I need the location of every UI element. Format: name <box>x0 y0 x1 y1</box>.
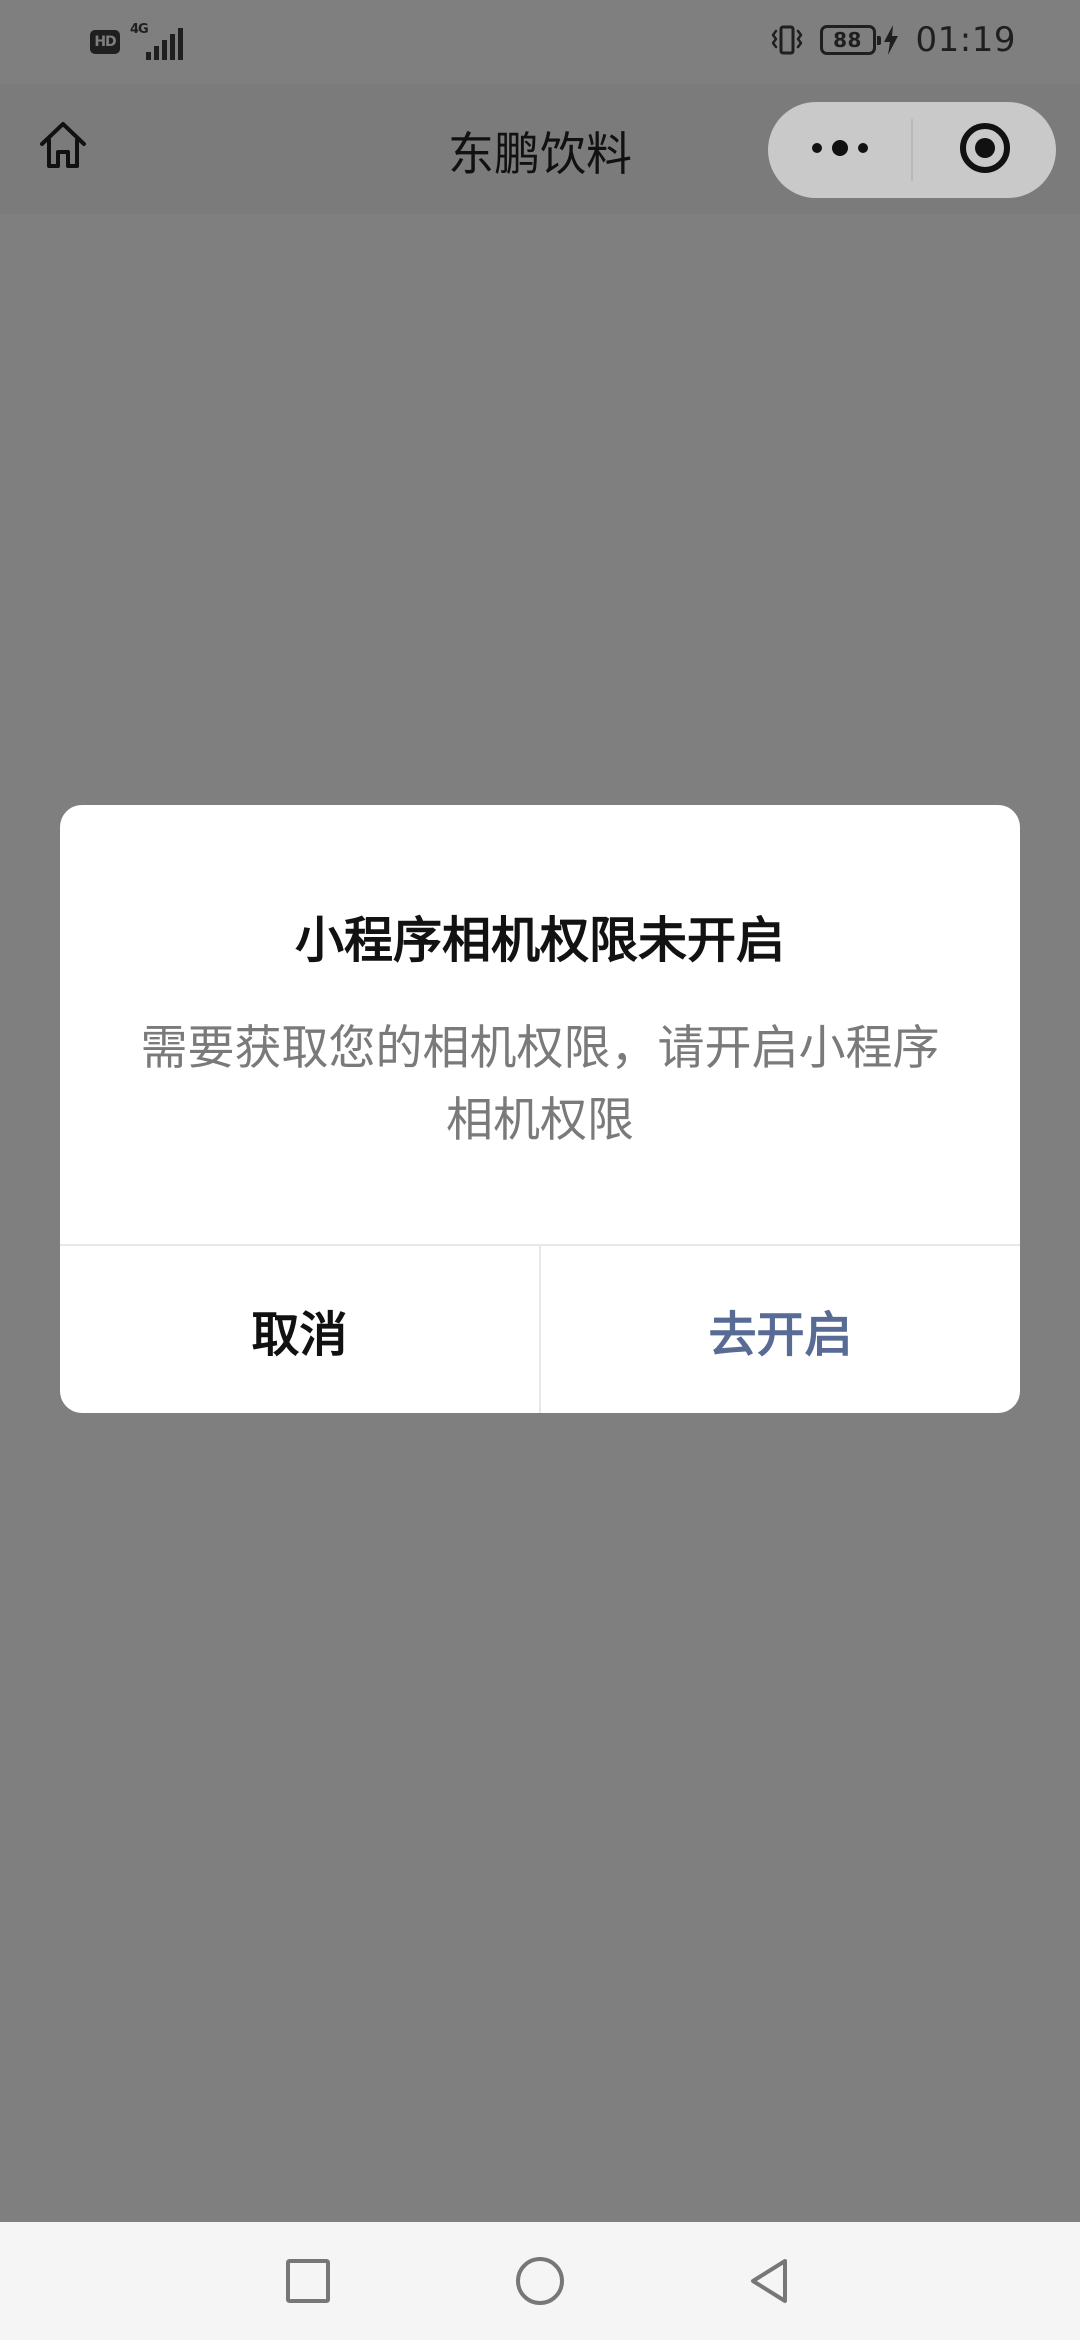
home-nav-button[interactable] <box>504 2245 576 2317</box>
battery-indicator: 88 <box>819 24 900 56</box>
status-bar: HD 4G 88 01:19 <box>0 0 1080 84</box>
screen: HD 4G 88 01:19 东鹏饮料 小程序相机权限未开启 需要获取您的相机权… <box>0 0 1080 2340</box>
triangle-back-icon <box>743 2255 795 2307</box>
system-navigation-bar <box>0 2222 1080 2340</box>
hd-badge: HD <box>90 30 120 54</box>
charging-icon <box>882 24 900 56</box>
battery-level: 88 <box>819 25 881 55</box>
status-left: HD 4G <box>90 22 188 60</box>
square-icon <box>284 2257 332 2305</box>
more-button[interactable] <box>768 102 911 198</box>
circle-icon <box>514 2255 566 2307</box>
open-settings-button[interactable]: 去开启 <box>541 1246 1020 1413</box>
signal-icon <box>146 28 183 60</box>
permission-dialog: 小程序相机权限未开启 需要获取您的相机权限，请开启小程序相机权限 取消 去开启 <box>60 805 1020 1413</box>
vibrate-icon <box>770 23 804 57</box>
dialog-title: 小程序相机权限未开启 <box>294 912 785 969</box>
recent-apps-button[interactable] <box>272 2245 344 2317</box>
back-button[interactable] <box>733 2245 805 2317</box>
clock: 01:19 <box>915 20 1016 60</box>
target-icon <box>957 120 1013 180</box>
cancel-button[interactable]: 取消 <box>60 1246 541 1413</box>
capsule-menu <box>768 102 1056 198</box>
close-mini-program-button[interactable] <box>913 102 1056 198</box>
more-dots-icon <box>809 138 871 162</box>
dialog-message: 需要获取您的相机权限，请开启小程序相机权限 <box>140 1021 940 1148</box>
network-indicator: 4G <box>130 22 188 60</box>
status-right: 88 01:19 <box>770 20 1016 60</box>
mini-program-nav-bar: 东鹏饮料 <box>0 84 1080 214</box>
dialog-actions: 取消 去开启 <box>60 1244 1020 1413</box>
